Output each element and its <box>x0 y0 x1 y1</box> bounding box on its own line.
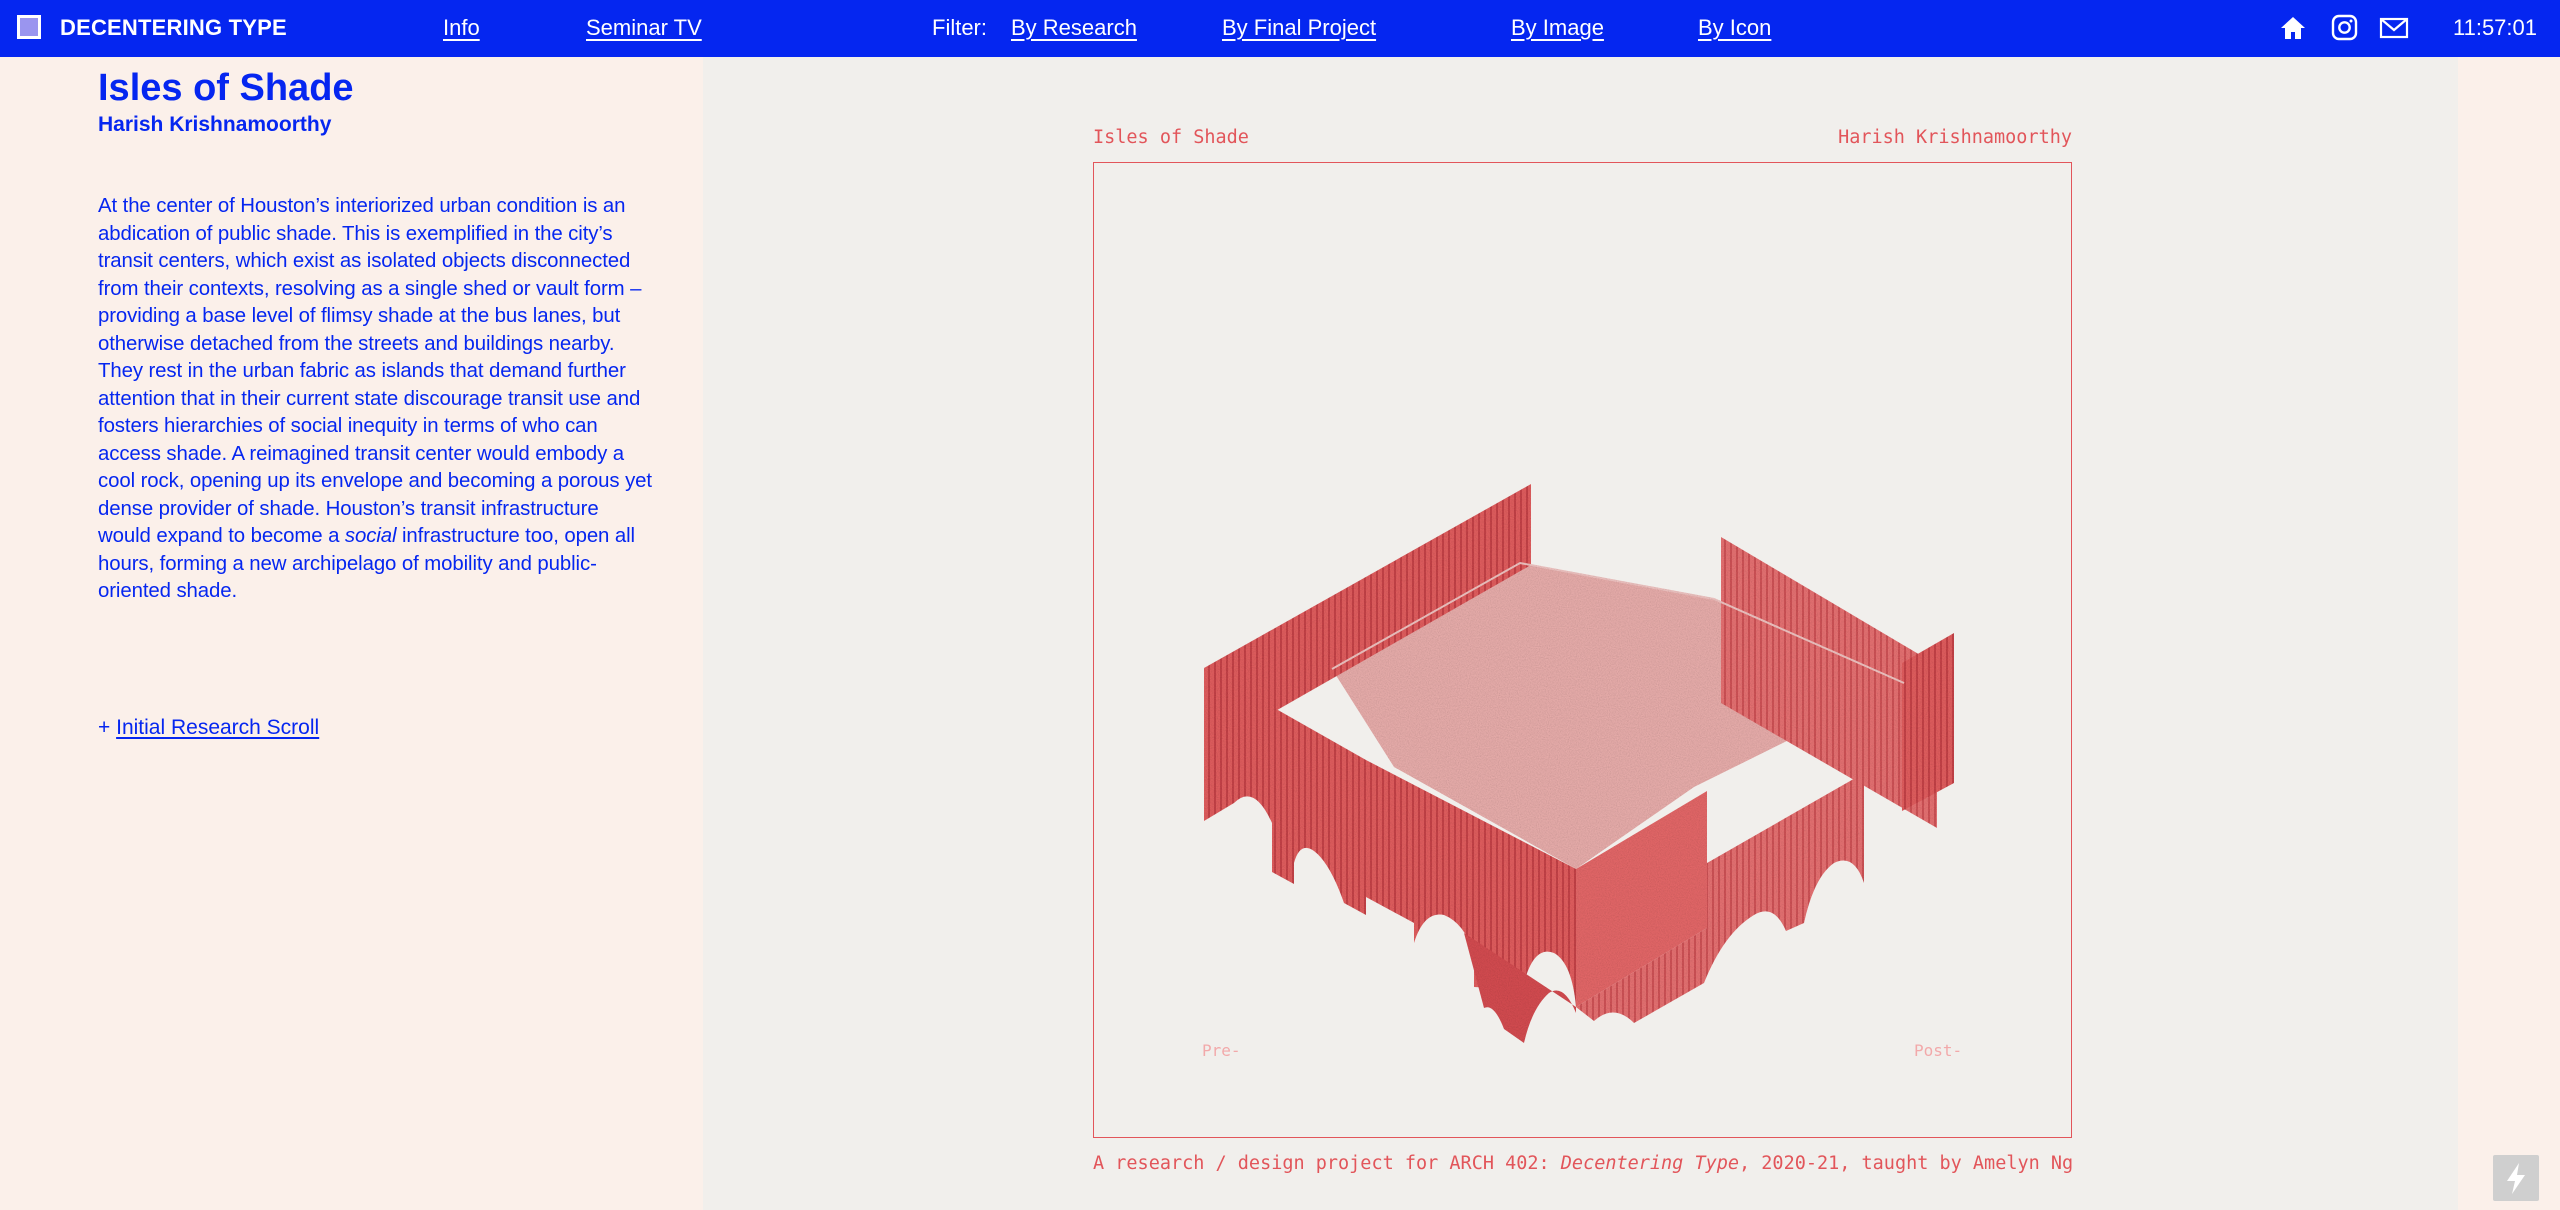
filter-by-research[interactable]: By Research <box>1011 15 1137 41</box>
filter-by-final-project[interactable]: By Final Project <box>1222 15 1376 41</box>
research-link-prefix: + <box>98 716 117 739</box>
instagram-icon[interactable] <box>2329 14 2359 42</box>
clock: 11:57:01 <box>2453 15 2538 40</box>
filter-by-icon[interactable]: By Icon <box>1698 15 1771 41</box>
slider-post-label[interactable]: Post- <box>1914 1041 1962 1060</box>
home-icon[interactable] <box>2278 14 2308 42</box>
project-credit-note: A research / design project for ARCH 402… <box>1093 1153 2073 1174</box>
project-author: Harish Krishnamoorthy <box>98 113 332 136</box>
site-brand[interactable]: DECENTERING TYPE <box>60 15 287 41</box>
filter-by-image[interactable]: By Image <box>1511 15 1604 41</box>
project-info-panel: Isles of Shade Harish Krishnamoorthy At … <box>0 57 703 1210</box>
top-nav-bar: DECENTERING TYPE Info Seminar TV Filter:… <box>0 0 2560 57</box>
isometric-model-image[interactable] <box>1094 163 2070 1136</box>
lightning-button[interactable] <box>2493 1155 2539 1201</box>
image-viewer: Isles of Shade Harish Krishnamoorthy Pre… <box>703 57 2458 1210</box>
lightning-icon <box>2507 1163 2525 1194</box>
project-title: Isles of Shade <box>98 67 354 109</box>
slider-pre-label[interactable]: Pre- <box>1202 1041 1241 1060</box>
project-description: At the center of Houston’s interiorized … <box>98 193 653 606</box>
mail-icon[interactable] <box>2379 14 2409 42</box>
credit-text: A research / design project for ARCH 402… <box>1093 1153 1561 1174</box>
viewer-caption-author: Harish Krishnamoorthy <box>1838 127 2072 148</box>
research-scroll-link[interactable]: + Initial Research Scroll <box>98 716 319 740</box>
nav-link-info[interactable]: Info <box>443 15 480 41</box>
description-italic: social <box>344 525 397 547</box>
nav-link-seminar-tv[interactable]: Seminar TV <box>586 15 702 41</box>
research-link-label[interactable]: Initial Research Scroll <box>116 716 319 739</box>
logo-square-icon[interactable] <box>17 15 41 39</box>
filter-label: Filter: <box>932 15 987 40</box>
image-frame: Pre- Post- <box>1093 162 2072 1138</box>
credit-text-end: , 2020-21, taught by Amelyn Ng <box>1739 1153 2074 1174</box>
credit-course-name: Decentering Type <box>1560 1153 1740 1174</box>
viewer-caption-title: Isles of Shade <box>1093 127 1249 148</box>
description-text: At the center of Houston’s interiorized … <box>98 195 652 547</box>
